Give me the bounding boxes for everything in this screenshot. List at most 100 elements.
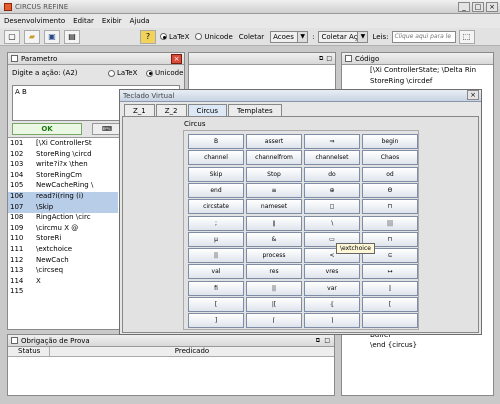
key-button[interactable]: ⟦ bbox=[362, 280, 418, 296]
obrigacao-title: Obrigação de Prova bbox=[21, 336, 90, 345]
key-button[interactable]: channelset bbox=[304, 150, 360, 166]
tab-templates[interactable]: Templates bbox=[228, 104, 282, 116]
key-button[interactable]: B bbox=[188, 134, 244, 149]
key-button[interactable]: ⌉ bbox=[304, 313, 360, 329]
menu-ajuda[interactable]: Ajuda bbox=[130, 17, 150, 25]
key-button[interactable]: ≡ bbox=[246, 182, 302, 198]
save-icon[interactable]: ▣ bbox=[44, 29, 60, 44]
key-button[interactable]: circstate bbox=[188, 199, 244, 215]
key-button[interactable]: res bbox=[246, 264, 302, 280]
key-button[interactable]: ↦ bbox=[362, 264, 418, 280]
code-line[interactable]: 108 RingAction \circ bbox=[8, 213, 118, 224]
key-button[interactable]: ⌈ bbox=[246, 313, 302, 329]
key-button[interactable]: do bbox=[304, 166, 360, 182]
key-button[interactable]: val bbox=[188, 264, 244, 280]
leis-input[interactable]: Clique aqui para le bbox=[391, 30, 456, 43]
key-button[interactable]: [ bbox=[188, 297, 244, 312]
leis-label: Leis: bbox=[372, 32, 389, 41]
minimize-button[interactable]: _ bbox=[458, 2, 470, 12]
code-line[interactable]: 112 NewCach bbox=[8, 256, 118, 267]
key-button[interactable]: channel bbox=[188, 150, 244, 166]
key-button[interactable]: ⊓ bbox=[362, 199, 418, 215]
key-button[interactable]: ⊕ bbox=[304, 182, 360, 198]
new-file-icon[interactable]: ▢ bbox=[4, 29, 20, 44]
coletar-acoes-combo[interactable]: Coletar Aç... ▼ bbox=[318, 30, 369, 43]
help-icon[interactable]: ? bbox=[140, 29, 156, 44]
close-window-button[interactable]: × bbox=[486, 2, 498, 12]
column-predicado[interactable]: Predicado bbox=[50, 347, 334, 356]
key-button[interactable]: vres bbox=[304, 264, 360, 280]
key-button[interactable]: fi bbox=[188, 280, 244, 296]
code-line[interactable]: 102 StoreRing \circd bbox=[8, 150, 118, 161]
code-line[interactable]: 110 StoreRi bbox=[8, 234, 118, 245]
close-icon[interactable]: × bbox=[467, 90, 479, 100]
unicode-radio[interactable]: Unicode bbox=[195, 33, 233, 41]
key-button[interactable] bbox=[362, 313, 418, 329]
close-icon[interactable]: × bbox=[171, 54, 182, 64]
restore-icon[interactable]: ⧉ bbox=[319, 55, 323, 63]
code-line[interactable]: 105 NewCacheRing \ bbox=[8, 181, 118, 192]
menu-desenvolvimento[interactable]: Desenvolvimento bbox=[4, 17, 65, 25]
key-button[interactable]: ] bbox=[188, 313, 244, 329]
column-status[interactable]: Status bbox=[8, 347, 50, 356]
menu-editar[interactable]: Editar bbox=[73, 17, 94, 25]
code-line[interactable]: 115 bbox=[8, 287, 118, 298]
line-number: 114 bbox=[10, 276, 24, 285]
parametro-latex-radio[interactable]: LaTeX bbox=[108, 69, 137, 77]
key-button[interactable]: ◻ bbox=[304, 199, 360, 215]
key-button[interactable]: channelfrom bbox=[246, 150, 302, 166]
parametro-unicode-radio[interactable]: Unicode bbox=[146, 69, 183, 77]
code-line[interactable]: 107 \Skip bbox=[8, 202, 118, 214]
tab-z2[interactable]: Z_2 bbox=[155, 104, 187, 116]
code-line[interactable]: 103 write?i?x \then bbox=[8, 160, 118, 171]
maximize-button[interactable]: □ bbox=[472, 2, 484, 12]
key-button[interactable]: ⇒ bbox=[304, 134, 360, 149]
open-folder-icon[interactable]: ▰ bbox=[24, 29, 40, 44]
code-line[interactable]: 113 \circseq bbox=[8, 266, 118, 277]
code-line[interactable]: 101 [\Xi ControllerSt bbox=[8, 139, 118, 150]
code-line[interactable]: 111 \extchoice bbox=[8, 245, 118, 256]
ok-button[interactable]: OK bbox=[12, 123, 82, 135]
key-button[interactable]: ⦃ bbox=[304, 297, 360, 312]
key-button[interactable]: end bbox=[188, 182, 244, 198]
code-line[interactable]: 106 read?i(ring (i) bbox=[8, 191, 118, 203]
keyboard-icon[interactable]: ⌨ bbox=[92, 123, 122, 135]
key-button[interactable]: process bbox=[246, 248, 302, 264]
menu-exibir[interactable]: Exibir bbox=[102, 17, 122, 25]
acoes-combo[interactable]: Acoes ▼ bbox=[270, 30, 309, 43]
line-number: 102 bbox=[10, 149, 24, 158]
expand-icon[interactable]: ⬚ bbox=[458, 29, 475, 44]
restore-icon[interactable]: ⧉ bbox=[316, 337, 320, 345]
key-button[interactable]: od bbox=[362, 166, 418, 182]
code-line[interactable]: 114 X bbox=[8, 277, 118, 288]
key-button[interactable]: μ bbox=[188, 231, 244, 247]
key-button[interactable]: ; bbox=[188, 215, 244, 231]
line-text: \extchoice bbox=[36, 244, 73, 253]
tab-circus[interactable]: Circus bbox=[187, 104, 227, 116]
print-icon[interactable]: ▤ bbox=[64, 29, 80, 44]
key-button[interactable]: || bbox=[188, 248, 244, 264]
tooltip: \extchoice bbox=[336, 243, 375, 254]
key-button[interactable]: ∥ bbox=[246, 215, 302, 231]
latex-radio[interactable]: LaTeX bbox=[160, 33, 189, 41]
key-button[interactable]: & bbox=[246, 231, 302, 247]
key-button[interactable]: begin bbox=[362, 134, 418, 149]
coletar-button[interactable]: Coletar bbox=[239, 33, 264, 41]
key-button[interactable]: || bbox=[246, 280, 302, 296]
key-button[interactable]: Skip bbox=[188, 166, 244, 182]
key-button[interactable]: Stop bbox=[246, 166, 302, 182]
code-line[interactable]: 109 \circmu X @ bbox=[8, 224, 118, 235]
key-button[interactable]: ∖ bbox=[304, 215, 360, 231]
tab-z1[interactable]: Z_1 bbox=[124, 104, 155, 116]
key-button[interactable]: [ bbox=[362, 297, 418, 312]
key-button[interactable]: nameset bbox=[246, 199, 302, 215]
key-button[interactable]: |[ bbox=[246, 297, 302, 312]
key-button[interactable]: Θ bbox=[362, 182, 418, 198]
key-button[interactable]: assert bbox=[246, 134, 302, 149]
maximize-icon[interactable]: □ bbox=[326, 55, 332, 62]
key-button[interactable]: ||| bbox=[362, 215, 418, 231]
maximize-icon[interactable]: □ bbox=[324, 337, 330, 344]
code-line[interactable]: 104 StoreRingCm bbox=[8, 171, 118, 182]
key-button[interactable]: Chaos bbox=[362, 150, 418, 166]
key-button[interactable]: var bbox=[304, 280, 360, 296]
